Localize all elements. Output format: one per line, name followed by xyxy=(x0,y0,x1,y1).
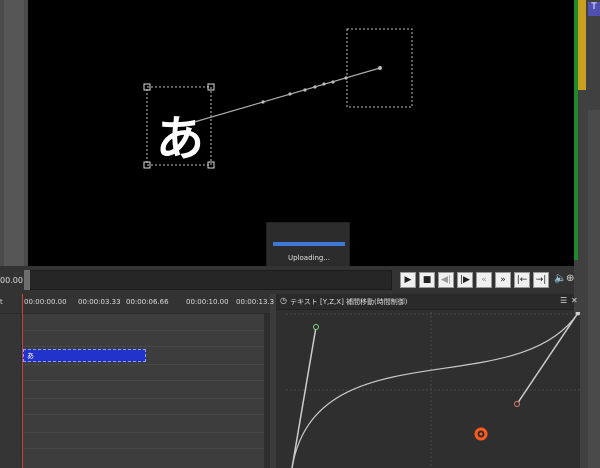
volume-icon[interactable]: 🔈 xyxy=(554,273,566,284)
prev-frame-icon: ◀| xyxy=(441,274,451,285)
current-time-display: 00.00 xyxy=(0,276,23,285)
go-to-end-button[interactable]: →| xyxy=(533,272,549,288)
seek-slider[interactable] xyxy=(24,270,392,290)
ruler-time-1: 00:00:03.33 xyxy=(78,298,121,306)
play-button[interactable]: ▶ xyxy=(400,272,416,288)
timeline-layer-header: t xyxy=(0,298,3,306)
right-property-list[interactable] xyxy=(588,110,600,468)
timeline-row-divider xyxy=(22,414,264,415)
timeline-clip-text[interactable]: あ xyxy=(23,349,146,362)
timeline-row-divider xyxy=(22,346,264,347)
graph-panel-title: テキスト [Y,Z,X] 補間移動(時間制御) xyxy=(290,298,408,306)
stop-button[interactable]: ■ xyxy=(419,272,435,288)
timeline-row-divider xyxy=(22,330,264,331)
timeline-clip-label: あ xyxy=(27,352,34,360)
go-to-start-icon: |← xyxy=(516,274,528,285)
zoom-icon[interactable]: ⊕ xyxy=(566,273,574,284)
ruler-time-4: 00:00:13.3 xyxy=(236,298,275,306)
rewind-button[interactable]: « xyxy=(476,272,492,288)
clock-icon: ◷ xyxy=(280,296,287,305)
stop-icon: ■ xyxy=(422,274,432,285)
rewind-icon: « xyxy=(481,274,487,285)
next-frame-button[interactable]: |▶ xyxy=(457,272,473,288)
prev-frame-button[interactable]: ◀| xyxy=(438,272,454,288)
timeline-scrollbar[interactable] xyxy=(264,314,270,468)
timeline-row-divider xyxy=(22,380,264,381)
timeline-row-divider xyxy=(22,364,264,365)
easing-graph[interactable] xyxy=(286,310,581,468)
pointer-target-dot xyxy=(479,432,483,436)
go-to-start-button[interactable]: |← xyxy=(514,272,530,288)
timeline-panel[interactable] xyxy=(0,294,270,468)
ruler-time-0: 00:00:00.00 xyxy=(24,298,67,306)
fast-forward-button[interactable]: » xyxy=(495,272,511,288)
ruler-time-2: 00:00:06.66 xyxy=(126,298,169,306)
timeline-playhead[interactable] xyxy=(22,294,23,468)
timeline-row-divider xyxy=(22,432,264,433)
text-object-glyph[interactable]: あ xyxy=(156,111,204,167)
timeline-row-divider xyxy=(22,448,264,449)
motion-path-line xyxy=(183,67,381,126)
bezier-control-point-1[interactable] xyxy=(313,324,319,330)
easing-graph-svg xyxy=(286,310,581,468)
seek-slider-handle[interactable] xyxy=(24,270,30,290)
timeline-layer-column[interactable] xyxy=(0,314,22,468)
left-panel-inner xyxy=(4,0,24,266)
next-frame-icon: |▶ xyxy=(460,274,470,285)
play-icon: ▶ xyxy=(404,274,412,285)
menu-icon[interactable]: ☰ xyxy=(560,296,567,305)
upload-progress-bar xyxy=(273,242,345,246)
fast-forward-icon: » xyxy=(500,274,506,285)
timeline-row-divider xyxy=(22,398,264,399)
ruler-time-3: 00:00:10.00 xyxy=(186,298,229,306)
go-to-end-icon: →| xyxy=(535,274,547,285)
text-tool-icon[interactable]: T xyxy=(588,2,600,16)
bezier-control-point-2[interactable] xyxy=(514,401,520,407)
upload-popup: Uploading... xyxy=(266,222,350,268)
right-meter-ticks xyxy=(578,0,586,90)
close-icon[interactable]: ✕ xyxy=(571,296,578,305)
upload-status-text: Uploading... xyxy=(287,254,331,262)
editor-window: あ Uploading... T 00.00 ▶ ■ ◀| |▶ « » |← … xyxy=(0,0,600,468)
